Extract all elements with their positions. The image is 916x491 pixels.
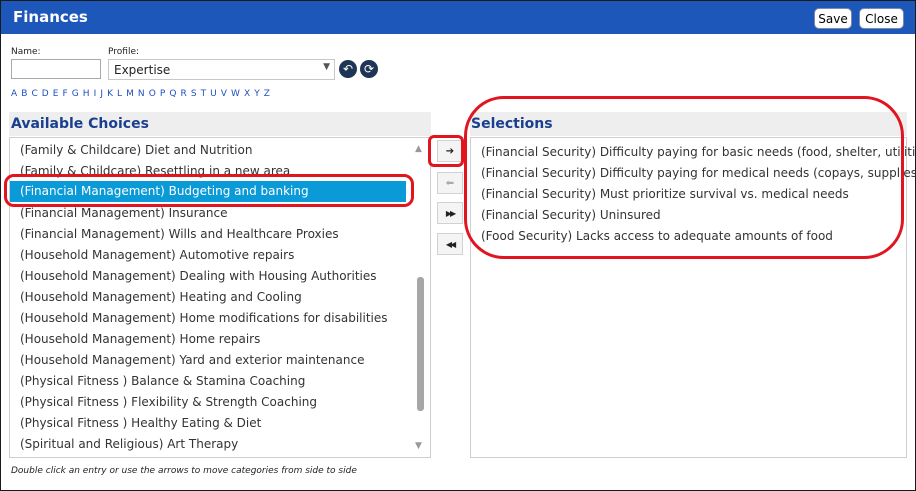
list-item[interactable]: (Physical Fitness ) Healthy Eating & Die… bbox=[20, 416, 261, 430]
list-item[interactable]: (Household Management) Dealing with Hous… bbox=[20, 269, 377, 283]
list-item[interactable]: (Household Management) Yard and exterior… bbox=[20, 353, 364, 367]
list-item[interactable]: (Household Management) Automotive repair… bbox=[20, 248, 294, 262]
available-choices-list[interactable]: (Family & Childcare) Diet and Nutrition … bbox=[9, 137, 431, 458]
available-choices-title: Available Choices bbox=[11, 116, 149, 132]
scroll-down-icon[interactable]: ▼ bbox=[415, 441, 422, 451]
dialog-title: Finances bbox=[13, 8, 88, 26]
close-button[interactable]: Close bbox=[859, 8, 904, 29]
list-item[interactable]: (Household Management) Home modification… bbox=[20, 311, 388, 325]
move-all-right-button[interactable]: ▶▶ bbox=[437, 202, 463, 224]
list-item[interactable]: (Physical Fitness ) Flexibility & Streng… bbox=[20, 395, 317, 409]
list-item[interactable]: (Household Management) Heating and Cooli… bbox=[20, 290, 302, 304]
list-item[interactable]: (Financial Management) Wills and Healthc… bbox=[20, 227, 339, 241]
alphabet-filter[interactable]: A B C D E F G H I J K L M N O P Q R S T … bbox=[11, 89, 271, 99]
list-item[interactable]: (Financial Security) Difficulty paying f… bbox=[481, 166, 916, 180]
undo-icon[interactable]: ↶ bbox=[339, 60, 357, 78]
selections-list[interactable]: (Financial Security) Difficulty paying f… bbox=[470, 137, 916, 458]
chevron-down-icon: ▼ bbox=[323, 62, 330, 72]
list-item[interactable]: (Family & Childcare) Resettling in a new… bbox=[20, 164, 290, 178]
scrollbar-thumb[interactable] bbox=[417, 277, 424, 411]
list-item[interactable]: (Financial Security) Uninsured bbox=[481, 208, 661, 222]
list-item[interactable]: (Financial Security) Must prioritize sur… bbox=[481, 187, 849, 201]
available-scrollbar[interactable]: ▲ ▼ bbox=[412, 138, 428, 456]
move-right-button[interactable]: ➔ bbox=[437, 140, 463, 162]
scroll-up-icon[interactable]: ▲ bbox=[415, 144, 422, 154]
move-left-button[interactable]: ⬅ bbox=[437, 172, 463, 194]
move-all-left-button[interactable]: ◀◀ bbox=[437, 233, 463, 255]
list-item-selected[interactable]: (Financial Management) Budgeting and ban… bbox=[10, 181, 406, 202]
list-item[interactable]: (Financial Management) Insurance bbox=[20, 206, 227, 220]
selections-title: Selections bbox=[471, 116, 553, 132]
refresh-icon[interactable]: ⟳ bbox=[360, 60, 378, 78]
list-item[interactable]: (Family & Childcare) Diet and Nutrition bbox=[20, 143, 252, 157]
finances-dialog: Finances Save Close Name: Profile: Exper… bbox=[0, 0, 916, 491]
list-item[interactable]: (Financial Security) Difficulty paying f… bbox=[481, 145, 916, 159]
list-item[interactable]: (Food Security) Lacks access to adequate… bbox=[481, 229, 833, 243]
profile-label: Profile: bbox=[108, 47, 140, 57]
name-label: Name: bbox=[11, 47, 41, 57]
profile-select[interactable]: Expertise ▼ bbox=[108, 59, 335, 80]
hint-text: Double click an entry or use the arrows … bbox=[11, 466, 357, 476]
save-button[interactable]: Save bbox=[814, 8, 852, 29]
list-item[interactable]: (Household Management) Home repairs bbox=[20, 332, 260, 346]
title-bar: Finances Save Close bbox=[1, 1, 915, 34]
profile-selected-value: Expertise bbox=[114, 63, 171, 77]
name-input[interactable] bbox=[11, 59, 101, 79]
list-item[interactable]: (Physical Fitness ) Balance & Stamina Co… bbox=[20, 374, 305, 388]
list-item[interactable]: (Spiritual and Religious) Art Therapy bbox=[20, 437, 238, 451]
